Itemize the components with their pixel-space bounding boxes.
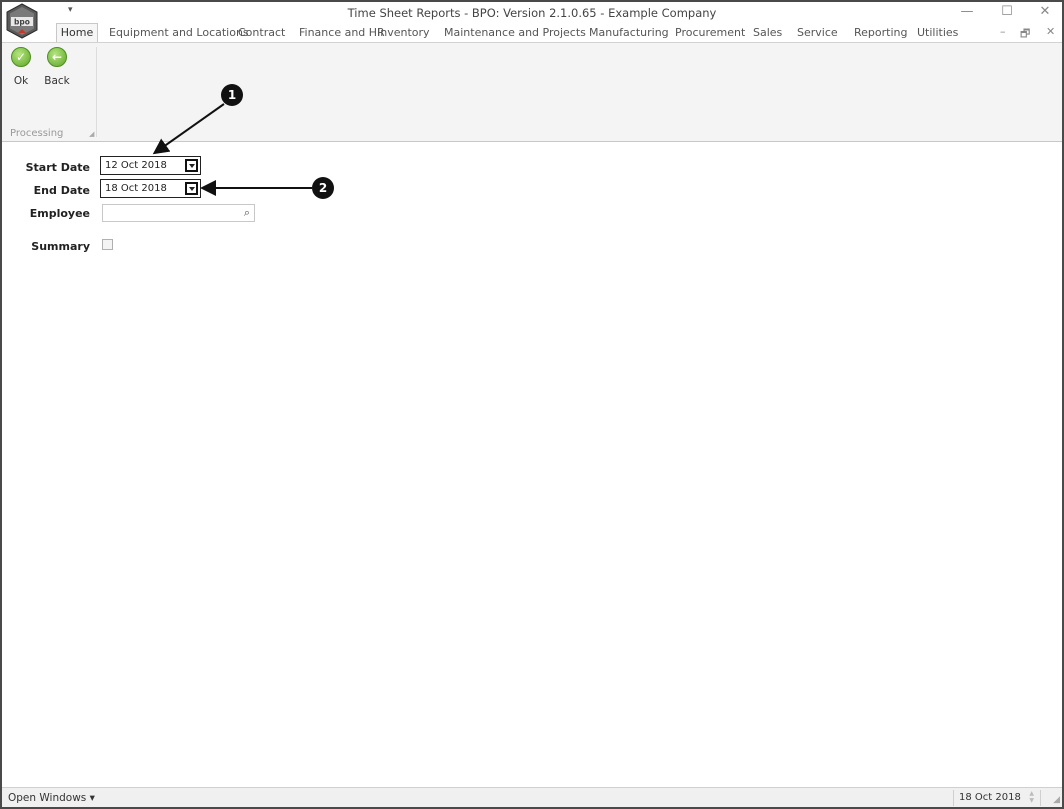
ribbon-tab-bar: Home Equipment and Locations Contract Fi… [2, 22, 1062, 43]
back-button[interactable]: ← Back [40, 47, 74, 87]
mdi-minimize-button[interactable]: – [1000, 25, 1006, 38]
ok-label: Ok [13, 75, 29, 87]
end-date-dropdown-button[interactable] [185, 182, 198, 195]
start-date-field[interactable]: 12 Oct 2018 [100, 156, 201, 175]
back-arrow-icon: ← [47, 47, 67, 67]
minimize-button[interactable]: — [954, 4, 980, 20]
tab-service[interactable]: Service [797, 26, 838, 39]
back-label: Back [44, 75, 70, 87]
summary-checkbox[interactable] [102, 239, 113, 250]
summary-label: Summary [31, 240, 90, 253]
status-date-field[interactable]: 18 Oct 2018 ▲ ▼ [953, 790, 1041, 806]
resize-grip-icon[interactable]: ◢ [1053, 795, 1060, 805]
app-window: ▾ Time Sheet Reports - BPO: Version 2.1.… [0, 0, 1064, 809]
end-date-label: End Date [33, 184, 90, 197]
ribbon-group-label: Processing [10, 128, 64, 139]
tab-inventory[interactable]: Inventory [377, 26, 430, 39]
open-windows-button[interactable]: Open Windows ▾ [8, 792, 95, 804]
tab-equipment-and-locations[interactable]: Equipment and Locations [109, 26, 249, 39]
tab-finance-and-hr[interactable]: Finance and HR [299, 26, 385, 39]
checkmark-icon: ✓ [11, 47, 31, 67]
end-date-field[interactable]: 18 Oct 2018 [100, 179, 201, 198]
annotation-badge-1: 1 [221, 84, 243, 106]
start-date-dropdown-button[interactable] [185, 159, 198, 172]
mdi-close-button[interactable]: ✕ [1046, 25, 1055, 38]
search-icon[interactable]: ⌕ [244, 206, 250, 220]
tab-procurement[interactable]: Procurement [675, 26, 745, 39]
tab-sales[interactable]: Sales [753, 26, 782, 39]
employee-search-input[interactable]: ⌕ [102, 204, 255, 222]
tab-maintenance-and-projects[interactable]: Maintenance and Projects [444, 26, 586, 39]
date-spin-icon[interactable]: ▲ ▼ [1029, 790, 1034, 804]
tab-manufacturing[interactable]: Manufacturing [589, 26, 669, 39]
end-date-value: 18 Oct 2018 [105, 183, 167, 194]
group-launcher-icon[interactable]: ◢ [89, 130, 94, 138]
status-bar: Open Windows ▾ 18 Oct 2018 ▲ ▼ ◢ [2, 787, 1062, 807]
close-button[interactable]: ✕ [1032, 4, 1058, 20]
logo-text: bpo [14, 18, 30, 27]
ribbon-group-divider [96, 47, 97, 137]
employee-label: Employee [29, 207, 90, 220]
status-date-value: 18 Oct 2018 [959, 792, 1021, 803]
maximize-button[interactable]: ☐ [994, 4, 1020, 20]
title-bar: ▾ Time Sheet Reports - BPO: Version 2.1.… [2, 2, 1062, 22]
tab-utilities[interactable]: Utilities [917, 26, 958, 39]
tab-contract[interactable]: Contract [238, 26, 285, 39]
start-date-label: Start Date [25, 161, 90, 174]
bpo-logo-icon[interactable]: bpo [4, 3, 40, 39]
window-title: Time Sheet Reports - BPO: Version 2.1.0.… [347, 6, 717, 20]
tab-home[interactable]: Home [56, 23, 98, 43]
annotation-badge-2: 2 [312, 177, 334, 199]
ribbon: ✓ Ok ← Back Processing ◢ [2, 42, 1062, 142]
tab-reporting[interactable]: Reporting [854, 26, 907, 39]
ok-button[interactable]: ✓ Ok [4, 47, 38, 87]
start-date-value: 12 Oct 2018 [105, 160, 167, 171]
